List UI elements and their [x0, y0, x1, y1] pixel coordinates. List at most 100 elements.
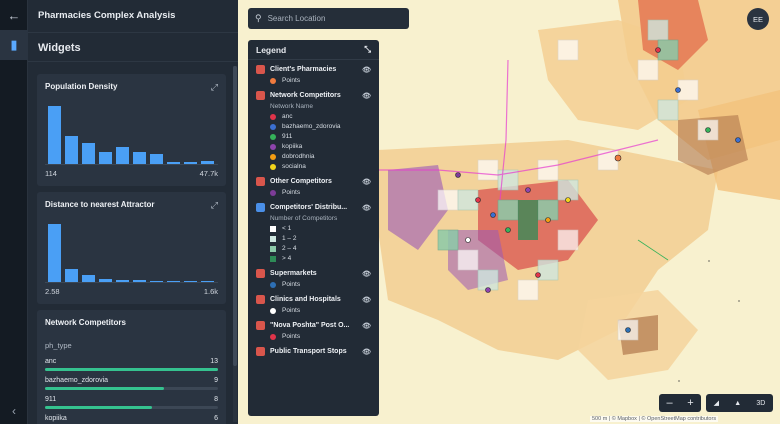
panel-scrollbar[interactable] — [233, 66, 237, 422]
measure-icon[interactable]: ◢ — [714, 399, 719, 407]
legend-swatch — [270, 113, 276, 120]
legend-item: Points — [270, 281, 371, 288]
category-count: 6 — [214, 415, 218, 422]
search-bar[interactable]: ⚲ — [248, 8, 409, 29]
category-row[interactable]: bazhaemo_zdorovia 9 — [45, 377, 218, 390]
eye-icon[interactable]: 👁 — [362, 204, 371, 212]
category-count: 13 — [210, 358, 218, 365]
histogram-bar[interactable] — [201, 160, 214, 164]
legend-swatch — [270, 143, 276, 150]
histogram-bar[interactable] — [150, 153, 163, 164]
histogram-bar[interactable] — [116, 279, 129, 282]
eye-icon[interactable]: 👁 — [362, 348, 371, 356]
legend-item: < 1 — [270, 225, 371, 232]
layer-title: Client's Pharmacies — [270, 66, 337, 73]
range-min: 2.58 — [45, 287, 60, 296]
category-bar-fill — [45, 406, 153, 409]
expand-icon[interactable]: ⤢ — [211, 82, 218, 93]
category-row[interactable]: 911 8 — [45, 396, 218, 409]
layer-title: "Nova Poshta" Post O... — [270, 322, 350, 329]
histogram-bar[interactable] — [133, 152, 146, 164]
collapse-chevron-icon[interactable]: ‹ — [0, 404, 28, 418]
zoom-in-button[interactable]: + — [680, 394, 701, 412]
legend-item-label: socialna — [282, 163, 306, 170]
histogram-bar[interactable] — [99, 152, 112, 164]
histogram-bar[interactable] — [167, 280, 180, 282]
layer-pin-icon — [256, 91, 265, 100]
expand-icon[interactable]: ⤢ — [211, 200, 218, 211]
zoom-out-button[interactable]: – — [659, 394, 680, 412]
legend-swatch — [270, 77, 276, 84]
histogram — [45, 223, 218, 283]
legend-item: Points — [270, 77, 371, 84]
layer-pin-icon — [256, 269, 265, 278]
legend-layer: Competitors' Distribu... 👁 Number of Compe… — [248, 198, 379, 264]
histogram-bar[interactable] — [48, 106, 61, 164]
legend-item-label: 2 – 4 — [282, 245, 297, 252]
eye-icon[interactable]: 👁 — [362, 178, 371, 186]
eye-icon[interactable]: 👁 — [362, 92, 371, 100]
histogram-bar[interactable] — [65, 136, 78, 164]
histogram — [45, 105, 218, 165]
legend-item-label: 1 – 2 — [282, 235, 297, 242]
legend-item-label: > 4 — [282, 255, 292, 262]
legend-swatch — [270, 245, 276, 252]
range-max: 1.6k — [203, 287, 218, 296]
layer-pin-icon — [256, 321, 265, 330]
histogram-bar[interactable] — [48, 224, 61, 282]
search-input[interactable] — [267, 14, 398, 23]
histogram-bar[interactable] — [184, 161, 197, 164]
layer-title: Supermarkets — [270, 270, 317, 277]
category-bar-fill — [45, 368, 218, 371]
histogram-bar[interactable] — [133, 280, 146, 282]
category-label: bazhaemo_zdorovia — [45, 377, 109, 384]
range-max: 47.7k — [199, 169, 218, 178]
3d-toggle-button[interactable]: 3D — [756, 400, 765, 407]
eye-icon[interactable]: 👁 — [362, 322, 371, 330]
legend-item-label: Points — [282, 281, 301, 288]
histogram-bar[interactable] — [201, 280, 214, 282]
legend-swatch — [270, 189, 276, 196]
category-label: anc — [45, 358, 57, 365]
legend-swatch — [270, 133, 276, 140]
legend-panel: Legend ⤡ Client's Pharmacies 👁 Points Netwo… — [248, 40, 379, 416]
eye-icon[interactable]: 👁 — [362, 296, 371, 304]
legend-item-label: Points — [282, 77, 301, 84]
histogram-bar[interactable] — [65, 269, 78, 282]
legend-item: bazhaemo_zdorovia — [270, 123, 371, 130]
histogram-bar[interactable] — [99, 279, 112, 282]
layer-pin-icon — [256, 65, 265, 74]
category-bar-fill — [45, 387, 165, 390]
histogram-bar[interactable] — [184, 280, 197, 282]
app-title: Pharmacies Complex Analysis — [38, 10, 176, 21]
legend-swatch — [270, 153, 276, 160]
histogram-bar[interactable] — [82, 275, 95, 282]
category-row[interactable]: kopiika 6 — [45, 415, 218, 424]
legend-layer: Other Competitors 👁 Points — [248, 172, 379, 198]
eye-icon[interactable]: 👁 — [362, 270, 371, 278]
eye-icon[interactable]: 👁 — [362, 66, 371, 74]
histogram-bar[interactable] — [82, 142, 95, 164]
back-arrow-icon[interactable]: ← — [0, 0, 28, 30]
legend-item: Points — [270, 307, 371, 314]
category-bar-track — [45, 406, 218, 409]
histogram-bar[interactable] — [116, 147, 129, 164]
field-label: ph_type — [45, 341, 72, 350]
avatar[interactable]: EE — [747, 8, 769, 30]
category-row[interactable]: anc 13 — [45, 358, 218, 371]
widgets-list[interactable]: Population Density ⤢ 114 47.7k Distance … — [28, 66, 234, 424]
histogram-bar[interactable] — [167, 162, 180, 164]
legend-swatch — [270, 235, 276, 242]
layer-subtitle: Network Name — [270, 103, 313, 110]
layer-pin-icon — [256, 203, 265, 212]
widget-title: Population Density — [45, 82, 118, 91]
collapse-icon[interactable]: ⤡ — [364, 44, 371, 55]
widget-title: Network Competitors — [45, 318, 126, 327]
zoom-controls: – + — [659, 394, 701, 412]
histogram-bar[interactable] — [150, 280, 163, 282]
compass-icon[interactable]: ▲ — [734, 400, 741, 407]
legend-item-label: < 1 — [282, 225, 292, 232]
widgets-chart-icon[interactable]: ▮ — [0, 30, 28, 60]
range-min: 114 — [45, 169, 57, 178]
category-label: kopiika — [45, 415, 67, 422]
